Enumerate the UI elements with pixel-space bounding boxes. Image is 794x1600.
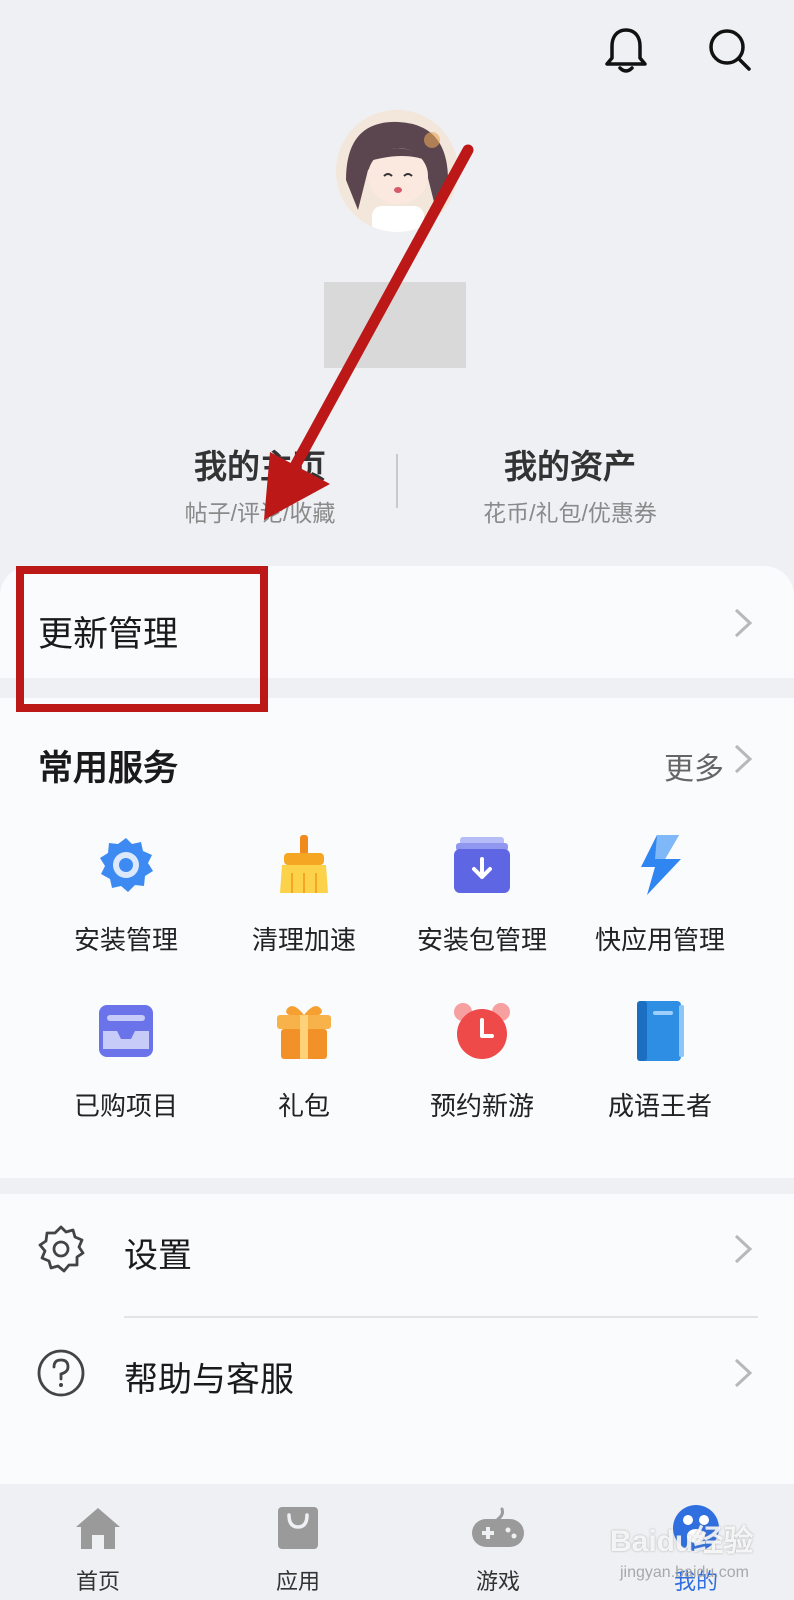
settings-card: 设置 帮助与客服 <box>0 1194 794 1484</box>
my-assets-link[interactable]: 我的资产 花币/礼包/优惠券 <box>420 440 720 528</box>
gamepad-icon <box>470 1502 526 1554</box>
chevron-right-icon <box>734 1234 753 1264</box>
nav-label: 首页 <box>75 1569 120 1594</box>
service-package-management[interactable]: 安装包管理 <box>392 830 572 970</box>
my-page: 我的主页 帖子/评论/收藏 我的资产 花币/礼包/优惠券 更新管理 常用服务 更… <box>0 0 794 1600</box>
service-label: 预约新游 <box>429 1091 534 1121</box>
service-label: 清理加速 <box>251 925 356 955</box>
service-label: 已购项目 <box>73 1091 178 1121</box>
service-clean-speedup[interactable]: 清理加速 <box>214 830 394 970</box>
bell-icon[interactable] <box>600 24 652 76</box>
common-services-card: 常用服务 更多 安装管理 清理加速 安装包管理 快应用管理 已购项目 礼包 预约… <box>0 698 794 1178</box>
service-idiom-king[interactable]: 成语王者 <box>570 996 750 1136</box>
nav-home[interactable]: 首页 <box>28 1502 168 1596</box>
help-label: 帮助与客服 <box>124 1361 294 1399</box>
service-reserve-games[interactable]: 预约新游 <box>392 996 572 1136</box>
my-homepage-title: 我的主页 <box>194 448 326 485</box>
service-gift-pack[interactable]: 礼包 <box>214 996 394 1136</box>
nav-label: 游戏 <box>475 1569 520 1594</box>
divider <box>396 454 398 508</box>
update-management-label: 更新管理 <box>38 615 179 654</box>
username-placeholder <box>324 282 466 368</box>
service-quick-app-management[interactable]: 快应用管理 <box>570 830 750 970</box>
service-label: 成语王者 <box>607 1091 712 1121</box>
more-chevron-icon <box>734 744 753 774</box>
help-service-row[interactable]: 帮助与客服 <box>0 1318 794 1428</box>
avatar[interactable] <box>336 110 458 232</box>
update-management-row[interactable]: 更新管理 <box>0 566 794 678</box>
chevron-right-icon <box>734 1358 753 1388</box>
lightning-icon <box>625 830 695 900</box>
nav-apps[interactable]: 应用 <box>228 1502 368 1596</box>
nav-label: 应用 <box>275 1569 320 1594</box>
header-actions <box>600 24 756 76</box>
package-download-icon <box>447 830 517 900</box>
my-assets-title: 我的资产 <box>504 448 636 485</box>
gear-icon <box>91 830 161 900</box>
purchased-icon <box>91 996 161 1066</box>
broom-icon <box>269 830 339 900</box>
nav-games[interactable]: 游戏 <box>428 1502 568 1596</box>
service-purchased-items[interactable]: 已购项目 <box>36 996 216 1136</box>
settings-label: 设置 <box>124 1237 192 1275</box>
book-icon <box>625 996 695 1066</box>
service-label: 礼包 <box>277 1091 330 1121</box>
service-label: 安装包管理 <box>416 925 547 955</box>
services-title: 常用服务 <box>38 749 179 788</box>
alarm-clock-icon <box>447 996 517 1066</box>
my-homepage-link[interactable]: 我的主页 帖子/评论/收藏 <box>110 440 410 528</box>
service-label: 安装管理 <box>73 925 178 955</box>
help-icon <box>36 1348 86 1398</box>
gift-icon <box>269 996 339 1066</box>
profile-stats: 我的主页 帖子/评论/收藏 我的资产 花币/礼包/优惠券 <box>0 440 794 530</box>
watermark-brand: Baidu经验 <box>610 1525 754 1558</box>
settings-icon <box>36 1224 86 1274</box>
settings-row[interactable]: 设置 <box>0 1194 794 1304</box>
service-install-management[interactable]: 安装管理 <box>36 830 216 970</box>
my-assets-subtitle: 花币/礼包/优惠券 <box>483 500 657 526</box>
service-label: 快应用管理 <box>594 925 725 955</box>
my-homepage-subtitle: 帖子/评论/收藏 <box>184 500 336 526</box>
watermark-url: jingyan.baidu.com <box>620 1564 749 1581</box>
search-icon[interactable] <box>704 24 756 76</box>
chevron-right-icon <box>734 608 753 638</box>
shopping-bag-icon <box>270 1502 326 1554</box>
more-button[interactable]: 更多 <box>664 744 724 788</box>
home-icon <box>70 1502 126 1554</box>
